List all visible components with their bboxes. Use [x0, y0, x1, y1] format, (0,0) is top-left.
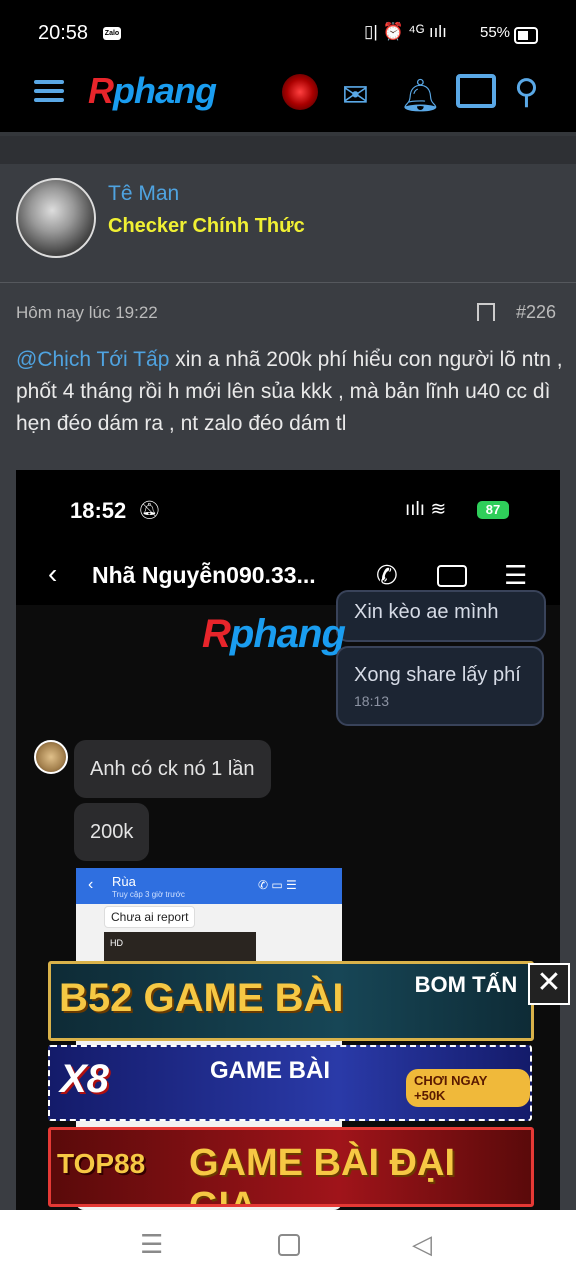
ad-logo: TOP88 [57, 1148, 146, 1179]
search-icon[interactable]: ⚲ [514, 72, 539, 112]
sender-avatar [34, 740, 68, 774]
ad-banner-top88[interactable]: TOP88 GAME BÀI ĐẠI GIA [48, 1127, 534, 1207]
shot-signal-icon: ıılı ≋ [405, 499, 447, 520]
site-logo[interactable]: Rphang [88, 70, 217, 112]
mail-icon[interactable]: ✉ [342, 76, 369, 114]
author-avatar[interactable] [16, 178, 96, 258]
ad-main-text: GAME BÀI [210, 1057, 330, 1084]
phone-icon: ✆ [376, 560, 398, 590]
message-text: Xong share lấy phí [354, 664, 521, 686]
mini-subtitle: Truy cập 3 giờ trước [112, 890, 185, 899]
battery-fill [518, 31, 528, 40]
ad-banner-b52[interactable]: B52 GAME BÀI BOM TẤN [48, 961, 534, 1041]
logo-text: phang [113, 70, 217, 111]
post-body: @Chịch Tới Tấp xin a nhã 200k phí hiểu c… [16, 344, 564, 440]
video-icon [437, 565, 467, 587]
message-time: 18:13 [354, 693, 390, 709]
home-icon[interactable] [278, 1234, 300, 1256]
message-bubble-3: Anh có ck nó 1 lần [74, 740, 271, 798]
back-icon: ‹ [48, 558, 58, 589]
battery-percent: 55% [480, 24, 511, 41]
menu-icon[interactable] [34, 80, 64, 102]
mini-call-icons: ✆ ▭ ☰ [258, 878, 297, 892]
store-icon[interactable] [456, 74, 496, 108]
status-icons: ▯| ⏰ ⁴ᴳ ıılı [364, 22, 447, 41]
ad-banner-x8[interactable]: X8 GAME BÀI CHƠI NGAY +50K [48, 1045, 532, 1121]
ad-side-text: BOM TẤN [414, 972, 518, 997]
ad-main-text: B52 GAME BÀI [59, 976, 344, 1020]
mini-message: Chưa ai report [104, 906, 196, 928]
bookmark-icon[interactable] [477, 303, 495, 321]
watermark-logo: Rphang [202, 612, 346, 656]
message-bubble: Xin kèo ae mình [336, 590, 546, 642]
logo-r: R [88, 70, 114, 111]
shot-contact-name: Nhã Nguyễn090.33... [92, 562, 316, 588]
back-nav-icon[interactable]: ◁ [412, 1229, 432, 1260]
mini-back-icon: ‹ [88, 876, 94, 893]
list-icon: ☰ [504, 560, 528, 590]
bell-icon[interactable]: 🔔︎ [400, 76, 441, 114]
ad-main-text: GAME BÀI ĐẠI GIA [189, 1142, 455, 1207]
post-date[interactable]: Hôm nay lúc 19:22 [16, 303, 158, 323]
mute-icon: 🔕︎ [138, 500, 161, 520]
message-bubble-2: Xong share lấy phí 18:13 [336, 646, 544, 726]
message-bubble-4: 200k [74, 803, 150, 861]
author-name[interactable]: Tê Man [108, 182, 179, 206]
mini-title: Rùa [112, 874, 136, 889]
mini-hd: HD [110, 938, 123, 948]
status-time: 20:58 [38, 22, 89, 44]
shot-battery: 87 [477, 501, 509, 519]
ad-cta: CHƠI NGAY +50K [406, 1069, 530, 1107]
ad-logo: X8 [60, 1057, 109, 1101]
recents-icon[interactable]: ☰ [140, 1229, 163, 1260]
separator [0, 132, 576, 168]
zalo-notification-icon: Zalo [103, 27, 121, 40]
close-ad-button[interactable]: ✕ [528, 963, 570, 1005]
shot-time: 18:52 [70, 498, 127, 523]
post-number[interactable]: #226 [516, 302, 556, 323]
author-role: Checker Chính Thức [108, 215, 305, 237]
mention-link[interactable]: @Chịch Tới Tấp [16, 348, 169, 371]
emblem-icon[interactable] [282, 74, 318, 110]
